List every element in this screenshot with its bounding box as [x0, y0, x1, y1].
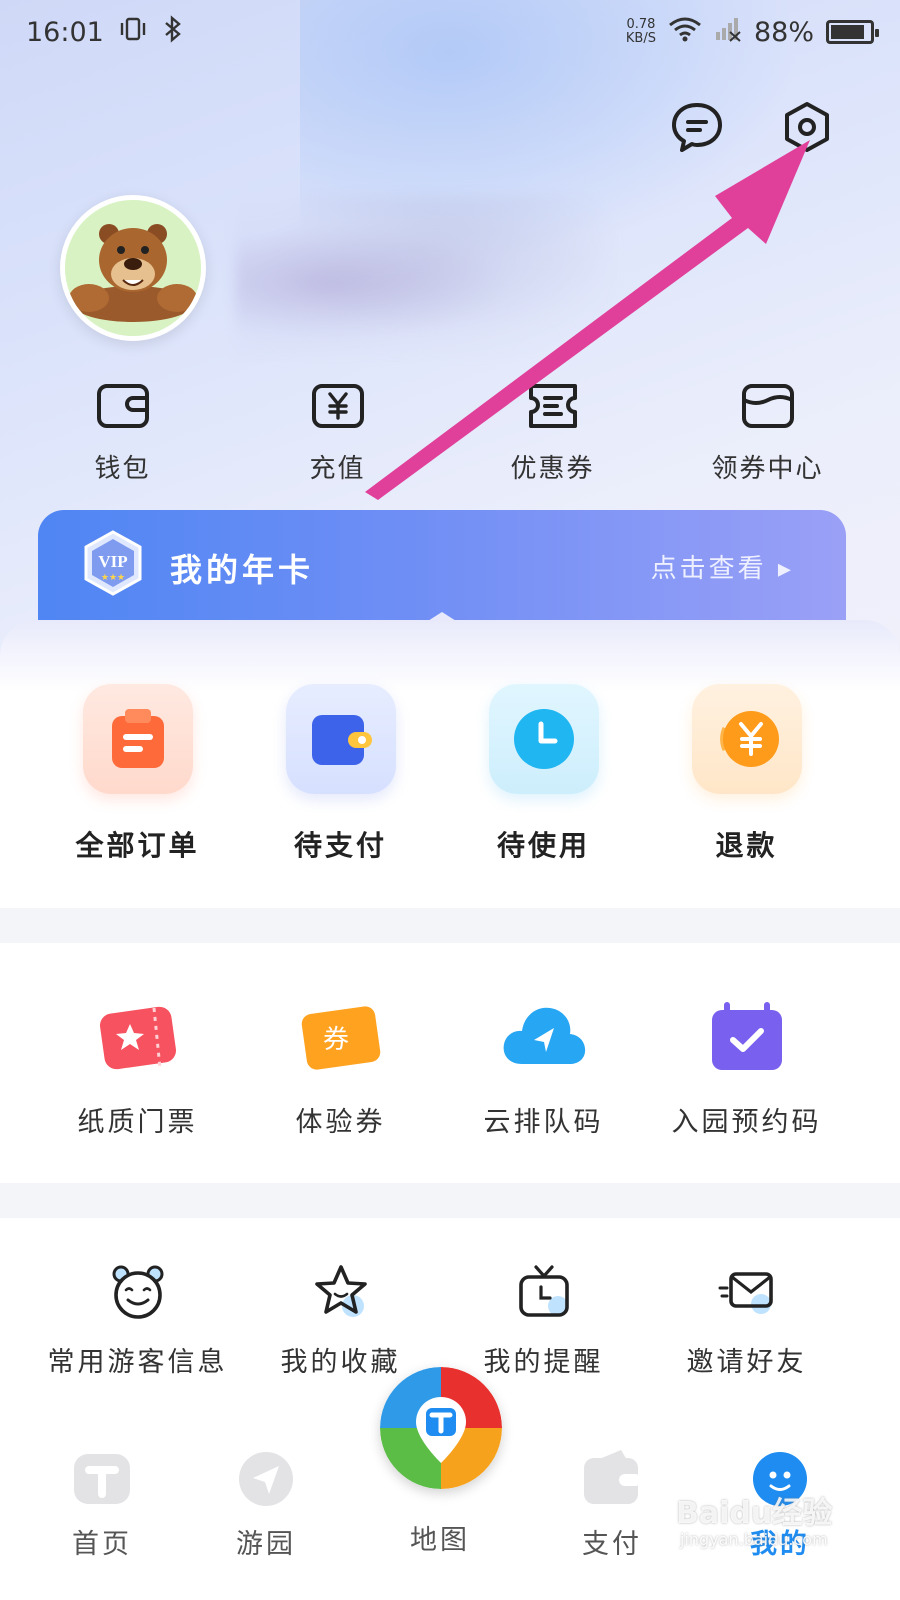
recharge-label: 充值 — [309, 454, 366, 484]
status-time: 16:01 — [26, 16, 104, 48]
watermark-text: Baidu经验 — [676, 1496, 833, 1531]
tools-row: 常用游客信息 我的收藏 我的提醒 邀请好友 — [0, 1262, 900, 1379]
refund-button[interactable]: 退款 — [645, 684, 848, 864]
invite-friends-button[interactable]: 邀请好友 — [645, 1262, 848, 1379]
avatar[interactable] — [60, 195, 206, 341]
tab-home-label: 首页 — [72, 1529, 132, 1560]
status-bar: 16:01 0.78 KB/S 88% — [0, 0, 900, 64]
cloud-queue-label: 云排队码 — [483, 1107, 604, 1138]
pending-payment-button[interactable]: 待支付 — [239, 684, 442, 864]
tab-pay-label: 支付 — [582, 1529, 642, 1560]
annual-card-title: 我的年卡 — [170, 551, 315, 589]
view-annual-card-link[interactable]: 点击查看 ▸ — [651, 548, 794, 585]
services-section: 纸质门票 券 体验券 云排队码 入园预约码 — [0, 943, 900, 1183]
quick-actions: 钱包 充值 优惠券 领券中心 — [0, 380, 900, 485]
coupon-icon — [525, 380, 581, 436]
watermark-sub-text: jingyan.baidu.com — [680, 1530, 828, 1549]
wallet-label: 钱包 — [94, 454, 151, 484]
entry-reservation-label: 入园预约码 — [671, 1107, 822, 1138]
all-orders-icon — [82, 684, 193, 794]
all-orders-label: 全部订单 — [75, 829, 200, 862]
orders-row: 全部订单 待支付 待使用 退款 — [0, 684, 900, 864]
pending-payment-label: 待支付 — [293, 829, 387, 862]
services-row: 纸质门票 券 体验券 云排队码 入园预约码 — [0, 998, 900, 1139]
paper-ticket-label: 纸质门票 — [77, 1107, 198, 1138]
experience-voucher-icon: 券 — [298, 998, 384, 1080]
wallet-button[interactable]: 钱包 — [15, 380, 230, 485]
chat-bubble-icon — [669, 99, 725, 159]
network-speed-unit: KB/S — [625, 31, 656, 46]
frequent-visitor-info-button[interactable]: 常用游客信息 — [36, 1262, 239, 1379]
my-reminders-label: 我的提醒 — [483, 1347, 604, 1378]
hexagon-gear-icon — [779, 99, 835, 159]
envelope-icon — [717, 1262, 777, 1326]
coupon-center-icon — [740, 380, 796, 436]
tab-map-label: 地图 — [410, 1525, 470, 1556]
bluetooth-icon — [162, 14, 184, 50]
orders-panel: 全部订单 待支付 待使用 退款 — [0, 620, 900, 908]
coupon-label: 优惠券 — [510, 454, 595, 484]
message-button[interactable] — [668, 100, 726, 158]
svg-text:★★★: ★★★ — [101, 573, 125, 583]
vibrate-icon — [118, 16, 148, 49]
pending-payment-wallet-icon — [285, 684, 396, 794]
my-favorites-label: 我的收藏 — [280, 1347, 401, 1378]
cloud-queue-icon — [500, 998, 588, 1080]
coupon-center-button[interactable]: 领券中心 — [660, 380, 875, 485]
cellular-signal-icon — [714, 16, 742, 49]
coupon-center-label: 领券中心 — [711, 454, 824, 484]
tab-map[interactable]: 地图 — [380, 1508, 500, 1557]
battery-icon — [826, 20, 879, 44]
map-center-button[interactable] — [380, 1367, 502, 1489]
coupon-button[interactable]: 优惠券 — [445, 380, 660, 485]
network-speed-value: 0.78 — [626, 17, 656, 32]
all-orders-button[interactable]: 全部订单 — [36, 684, 239, 864]
my-favorites-button[interactable]: 我的收藏 — [239, 1262, 442, 1379]
blurred-username — [235, 195, 615, 355]
navigate-arrow-icon — [235, 1450, 297, 1512]
vip-badge-icon: VIP ★★★ — [82, 530, 144, 600]
yen-recharge-icon — [310, 380, 366, 436]
calendar-check-icon — [706, 998, 788, 1080]
bear-face-icon — [108, 1262, 168, 1326]
entry-reservation-button[interactable]: 入园预约码 — [645, 998, 848, 1139]
pending-use-clock-icon — [488, 684, 599, 794]
wifi-icon — [668, 16, 702, 49]
frequent-visitor-info-label: 常用游客信息 — [47, 1347, 228, 1378]
cloud-queue-button[interactable]: 云排队码 — [442, 998, 645, 1139]
tv-clock-icon — [514, 1262, 574, 1326]
vip-badge-text: VIP — [98, 552, 127, 571]
map-pin-icon — [380, 1367, 502, 1489]
battery-percent: 88% — [753, 16, 814, 48]
experience-voucher-button[interactable]: 券 体验券 — [239, 998, 442, 1139]
home-t-icon — [71, 1450, 133, 1512]
pending-use-button[interactable]: 待使用 — [442, 684, 645, 864]
bear-avatar-image — [65, 200, 201, 336]
invite-friends-label: 邀请好友 — [686, 1347, 807, 1378]
tab-pay[interactable]: 支付 — [552, 1450, 672, 1561]
settings-button[interactable] — [778, 100, 836, 158]
pending-use-label: 待使用 — [496, 829, 590, 862]
my-reminders-button[interactable]: 我的提醒 — [442, 1262, 645, 1379]
tab-home[interactable]: 首页 — [42, 1450, 162, 1561]
wallet-icon — [95, 380, 151, 436]
paper-ticket-icon — [96, 998, 180, 1080]
paper-ticket-button[interactable]: 纸质门票 — [36, 998, 239, 1139]
tab-park[interactable]: 游园 — [206, 1450, 326, 1561]
network-speed: 0.78 KB/S — [626, 18, 656, 46]
tab-park-label: 游园 — [236, 1529, 296, 1560]
voucher-badge-text: 券 — [322, 1025, 348, 1055]
wallet-tab-icon — [581, 1450, 643, 1512]
recharge-button[interactable]: 充值 — [230, 380, 445, 485]
experience-voucher-label: 体验券 — [295, 1107, 386, 1138]
star-icon — [311, 1262, 371, 1326]
refund-label: 退款 — [715, 829, 778, 862]
refund-yen-icon — [691, 684, 802, 794]
